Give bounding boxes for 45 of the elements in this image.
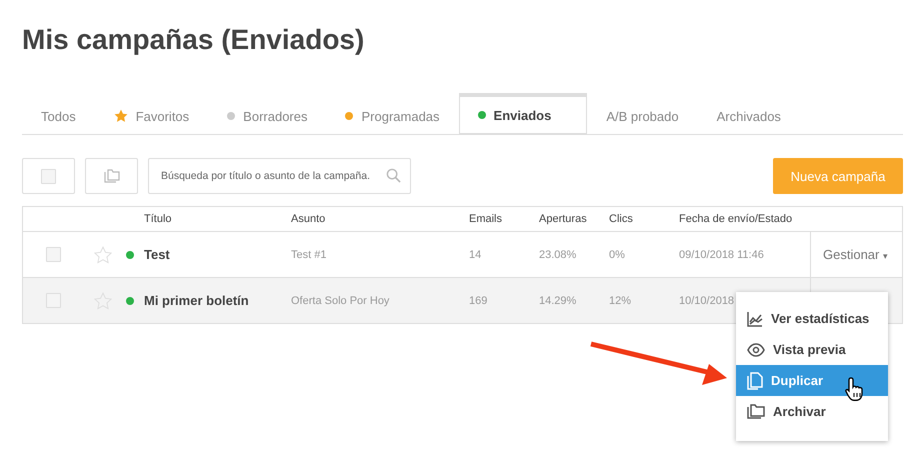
table-cell-text: 14 [469, 248, 482, 260]
copy-icon [747, 372, 763, 390]
table-cell-text: 23.08% [539, 248, 578, 260]
archive-button[interactable] [85, 158, 138, 194]
search-field[interactable]: Búsqueda por título o asunto de la campaña. [148, 158, 411, 194]
column-header: Fecha de envío/Estado [679, 213, 794, 225]
checkbox[interactable] [46, 293, 60, 308]
tab[interactable]: A/B probado [587, 95, 698, 134]
campaign-title[interactable]: Test [144, 247, 170, 262]
tab[interactable]: Borradores [208, 95, 326, 134]
checkbox[interactable] [41, 168, 56, 184]
star-icon[interactable] [94, 246, 112, 264]
tab[interactable]: Favoritos [94, 95, 208, 134]
table-cell-text: 12% [609, 294, 632, 306]
tab[interactable]: Programadas [326, 95, 459, 134]
table-cell-text: Oferta Solo Por Hoy [291, 294, 390, 306]
menu-item[interactable]: Duplicar [736, 365, 888, 396]
new-campaign-button[interactable]: Nueva campaña [773, 158, 903, 194]
tab[interactable]: Todos [22, 95, 95, 134]
table-cell-text: 09/10/2018 11:46 [679, 248, 765, 260]
manage-dropdown[interactable]: Gestionar ▾ [811, 247, 888, 262]
eye-icon [747, 342, 765, 356]
menu-item[interactable]: Vista previa [736, 334, 888, 365]
table-cell-text: 0% [609, 248, 626, 260]
folder-icon [747, 404, 765, 419]
table-cell-text: Test #1 [291, 248, 328, 260]
chart-icon [747, 310, 763, 326]
menu-item[interactable]: Archivar [736, 396, 888, 427]
table-cell-text: 14.29% [539, 294, 578, 306]
tab[interactable]: Archivados [698, 95, 800, 134]
tab[interactable]: Enviados [458, 93, 588, 134]
column-header: Clics [609, 213, 634, 225]
column-header: Emails [469, 213, 504, 225]
menu-item[interactable]: Ver estadísticas [736, 303, 888, 334]
column-header: Aperturas [539, 213, 588, 225]
table-cell-text: 10/10/2018 [679, 294, 736, 306]
page-title: Mis campañas (Enviados) [22, 23, 366, 57]
checkbox[interactable] [46, 247, 60, 262]
folder-icon [104, 169, 120, 183]
table-cell-text: 169 [469, 294, 488, 306]
search-icon [386, 168, 401, 183]
column-header: Asunto [291, 213, 326, 225]
column-header: Título [143, 213, 173, 225]
select-all-button[interactable] [22, 158, 75, 194]
campaign-title[interactable]: Mi primer boletín [144, 293, 249, 308]
